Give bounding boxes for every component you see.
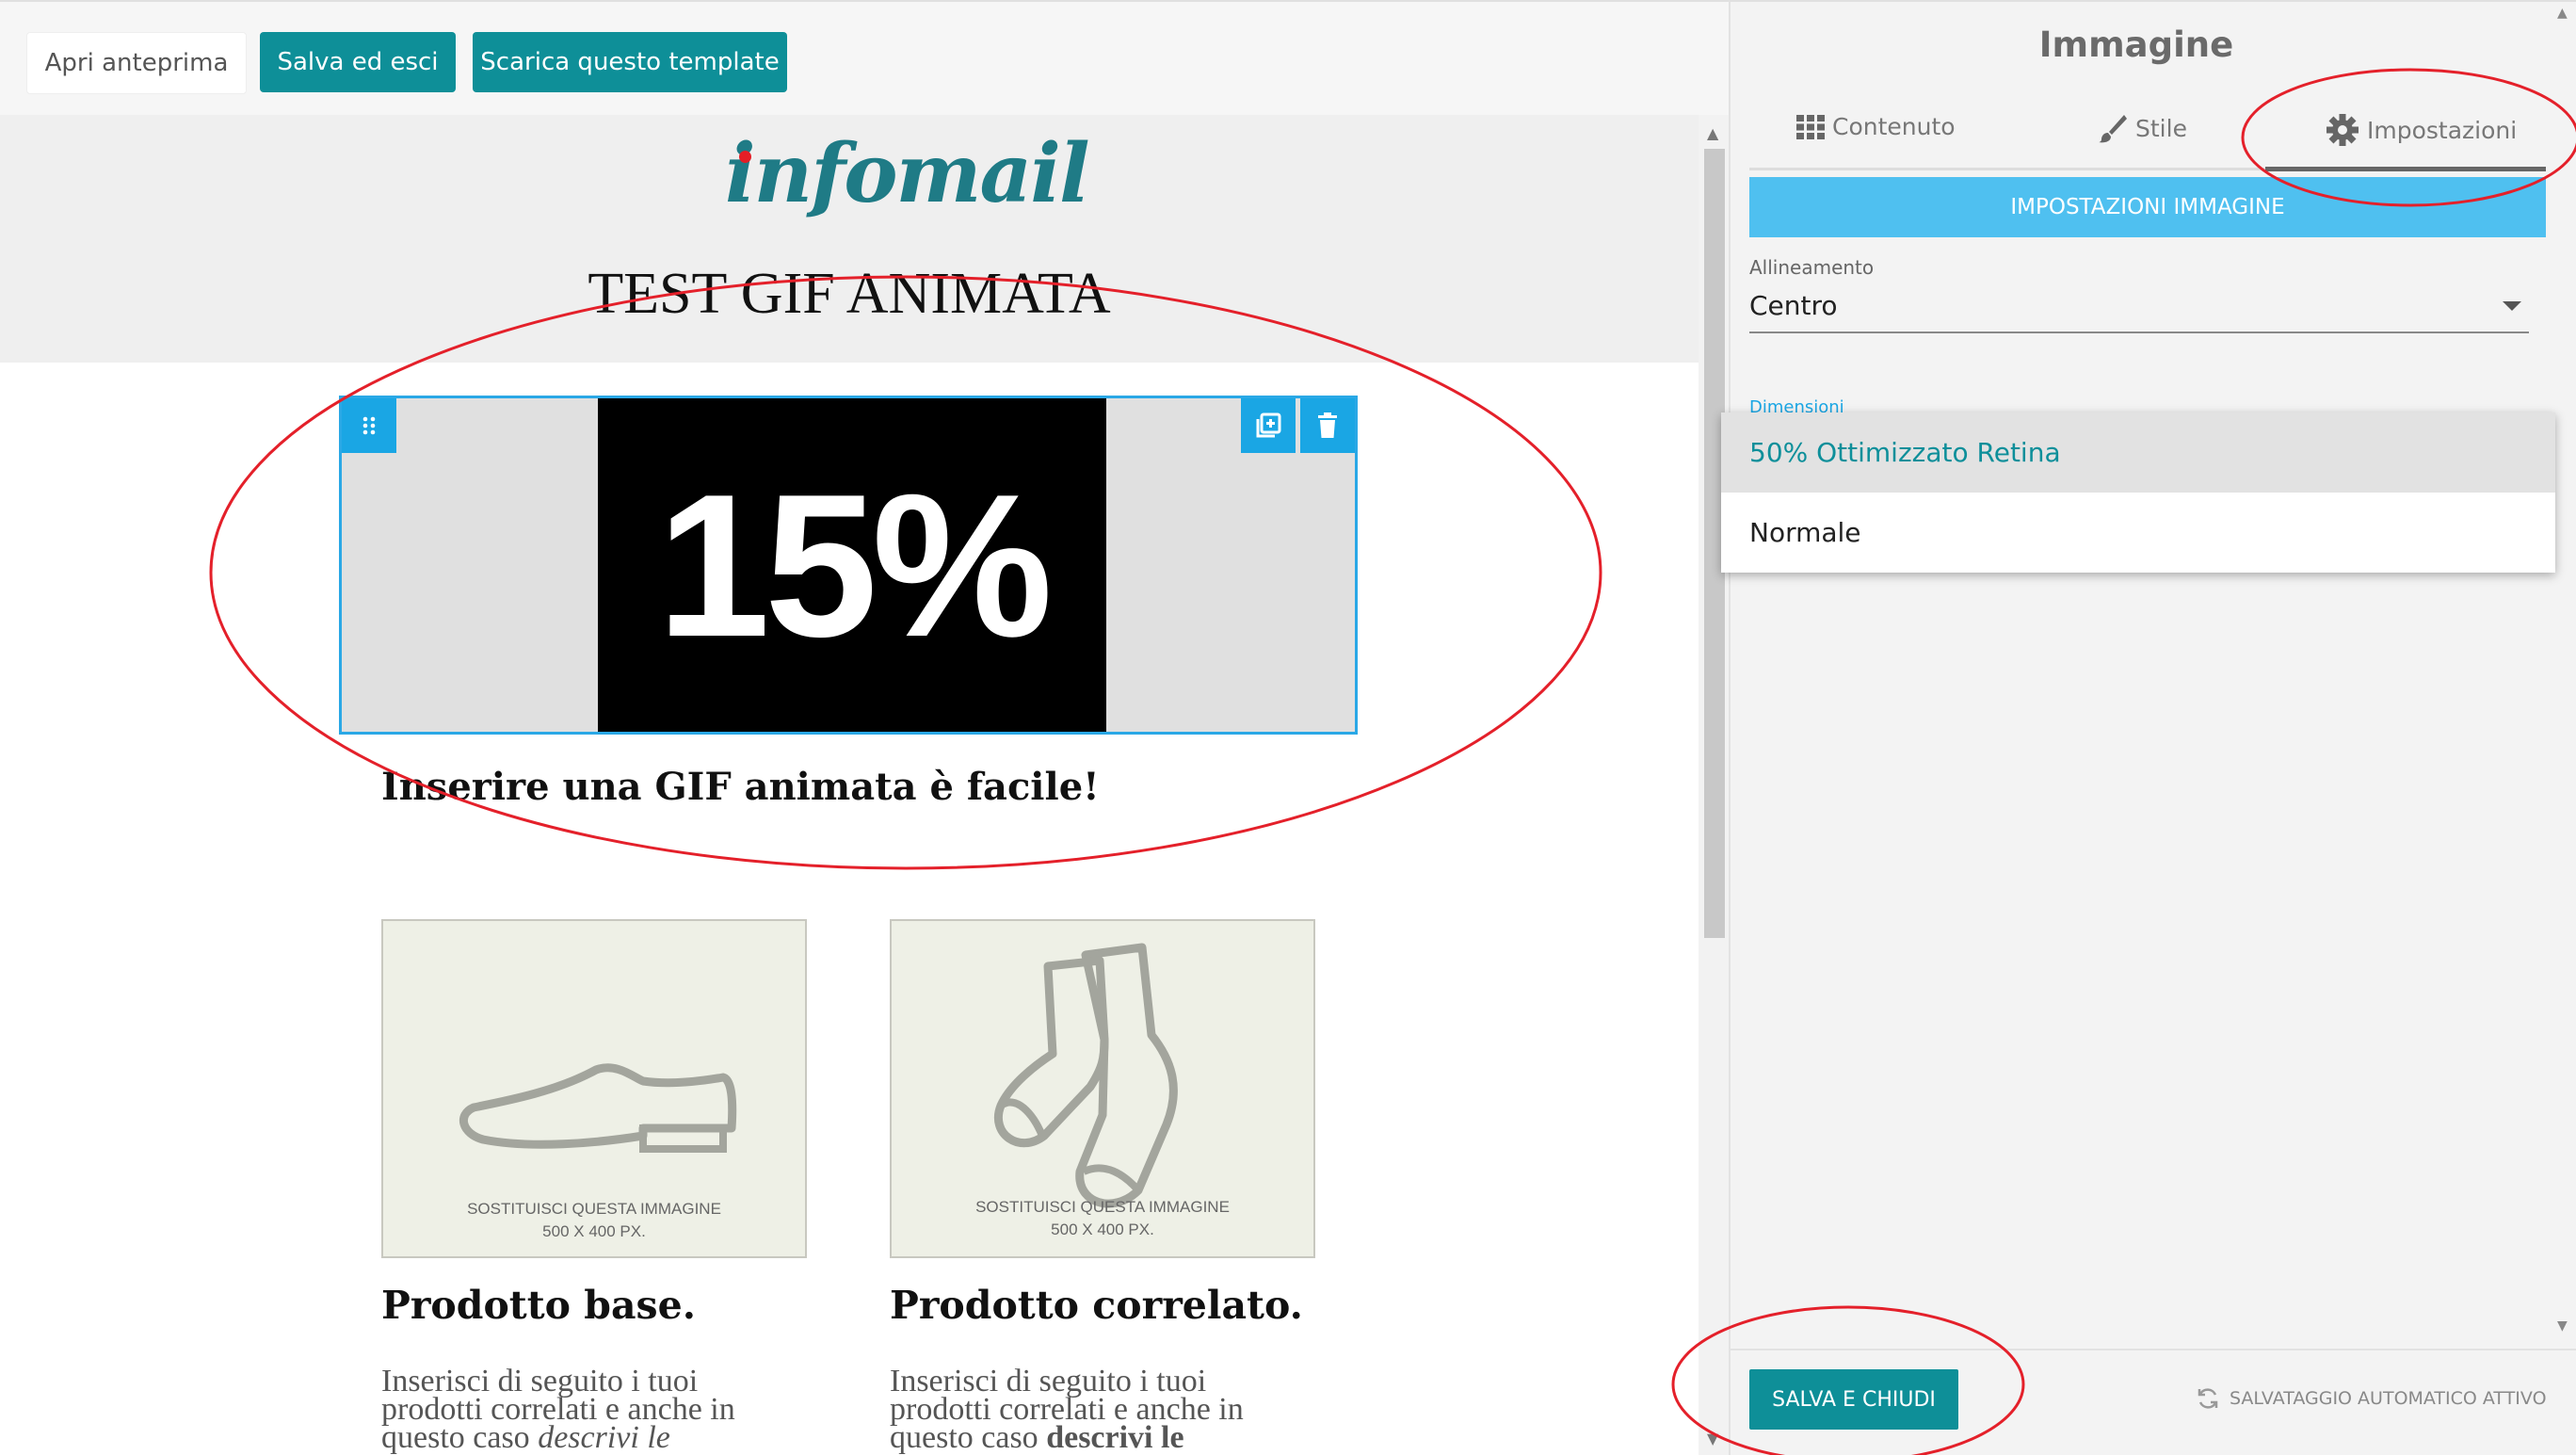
properties-panel: ▲ Immagine Contenuto Stile Impostazioni … [1721,0,2576,1455]
product-title[interactable]: Prodotto base. [381,1283,696,1328]
desc-text: questo caso [381,1420,539,1455]
save-exit-button[interactable]: Salva ed esci [260,32,456,92]
canvas-scrollbar[interactable]: ▲ ▼ [1699,115,1729,1455]
dimensions-dropdown[interactable]: 50% Ottimizzato Retina Normale [1721,412,2555,573]
panel-scroll-down-icon[interactable]: ▼ [2557,1318,2568,1334]
duplicate-icon[interactable] [1241,398,1296,453]
infomail-logo: infomail [725,126,1090,221]
delete-icon[interactable] [1300,398,1355,453]
desc-italic: descrivi le [538,1420,670,1455]
autosave-status: SALVATAGGIO AUTOMATICO ATTIVO [2196,1386,2547,1411]
image-placeholder-text: SOSTITUISCI QUESTA IMMAGINE [467,1200,721,1218]
image-placeholder-text: SOSTITUISCI QUESTA IMMAGINE [975,1198,1230,1216]
grid-icon [1796,114,1825,139]
image-size-text: 500 X 400 PX. [1051,1221,1154,1238]
tab-impostazioni[interactable]: Impostazioni [2326,113,2517,147]
field-underline [1749,331,2529,333]
product-image-placeholder[interactable]: SOSTITUISCI QUESTA IMMAGINE 500 X 400 PX… [890,919,1315,1258]
image-block[interactable]: 15% [339,396,1358,735]
panel-footer-divider [1731,1349,2576,1350]
product-description[interactable]: Inserisci di seguito i tuoi prodotti cor… [381,1366,814,1454]
preview-button[interactable]: Apri anteprima [26,32,247,94]
email-header[interactable]: infomail TEST GIF ANIMATA [0,115,1699,363]
scroll-down-icon[interactable]: ▼ [1707,1430,1718,1447]
save-close-button[interactable]: SALVA E CHIUDI [1749,1369,1958,1430]
tab-label: Stile [2135,114,2187,142]
tab-stile[interactable]: Stile [2098,113,2187,143]
email-canvas: infomail TEST GIF ANIMATA 15% Inserire u… [0,115,1699,1455]
product-image-placeholder[interactable]: SOSTITUISCI QUESTA IMMAGINE 500 X 400 PX… [381,919,807,1258]
tab-label: Contenuto [1832,113,1956,140]
panel-scroll-up-icon[interactable]: ▲ [2557,6,2568,21]
tab-contenuto[interactable]: Contenuto [1796,113,1956,140]
sync-icon [2198,1388,2218,1409]
animated-gif: 15% [598,398,1106,732]
product-title[interactable]: Prodotto correlato. [890,1283,1303,1328]
section-header[interactable]: IMPOSTAZIONI IMMAGINE [1749,177,2546,237]
gear-icon [2326,114,2359,146]
desc-bold: descrivi le [1046,1420,1184,1455]
tab-label: Impostazioni [2367,116,2518,144]
drag-handle-icon[interactable] [342,398,396,453]
alignment-label: Allineamento [1749,256,1875,279]
desc-line: questo caso descrivi le [381,1422,814,1454]
socks-icon [994,943,1178,1208]
image-caption-text[interactable]: Inserire una GIF animata è facile! [381,765,1100,809]
active-tab-indicator [2265,167,2546,171]
dropdown-option-normale[interactable]: Normale [1721,493,2555,573]
brush-icon [2099,115,2127,143]
scroll-up-icon[interactable]: ▲ [1707,124,1718,142]
email-title[interactable]: TEST GIF ANIMATA [0,261,1699,328]
panel-title: Immagine [2038,24,2234,65]
autosave-label: SALVATAGGIO AUTOMATICO ATTIVO [2230,1388,2547,1409]
chevron-down-icon[interactable] [2503,301,2521,311]
alignment-select[interactable]: Centro [1749,290,1838,321]
shoe-icon [459,1063,737,1153]
desc-line: questo caso descrivi le [890,1422,1323,1454]
desc-text: questo caso [890,1420,1047,1455]
product-description[interactable]: Inserisci di seguito i tuoi prodotti cor… [890,1366,1323,1454]
download-template-button[interactable]: Scarica questo template [473,32,787,92]
image-size-text: 500 X 400 PX. [542,1222,646,1240]
logo-dot [739,151,751,163]
dropdown-option-retina[interactable]: 50% Ottimizzato Retina [1721,412,2555,493]
editor-toolbar: Apri anteprima Salva ed esci Scarica que… [0,0,1729,115]
